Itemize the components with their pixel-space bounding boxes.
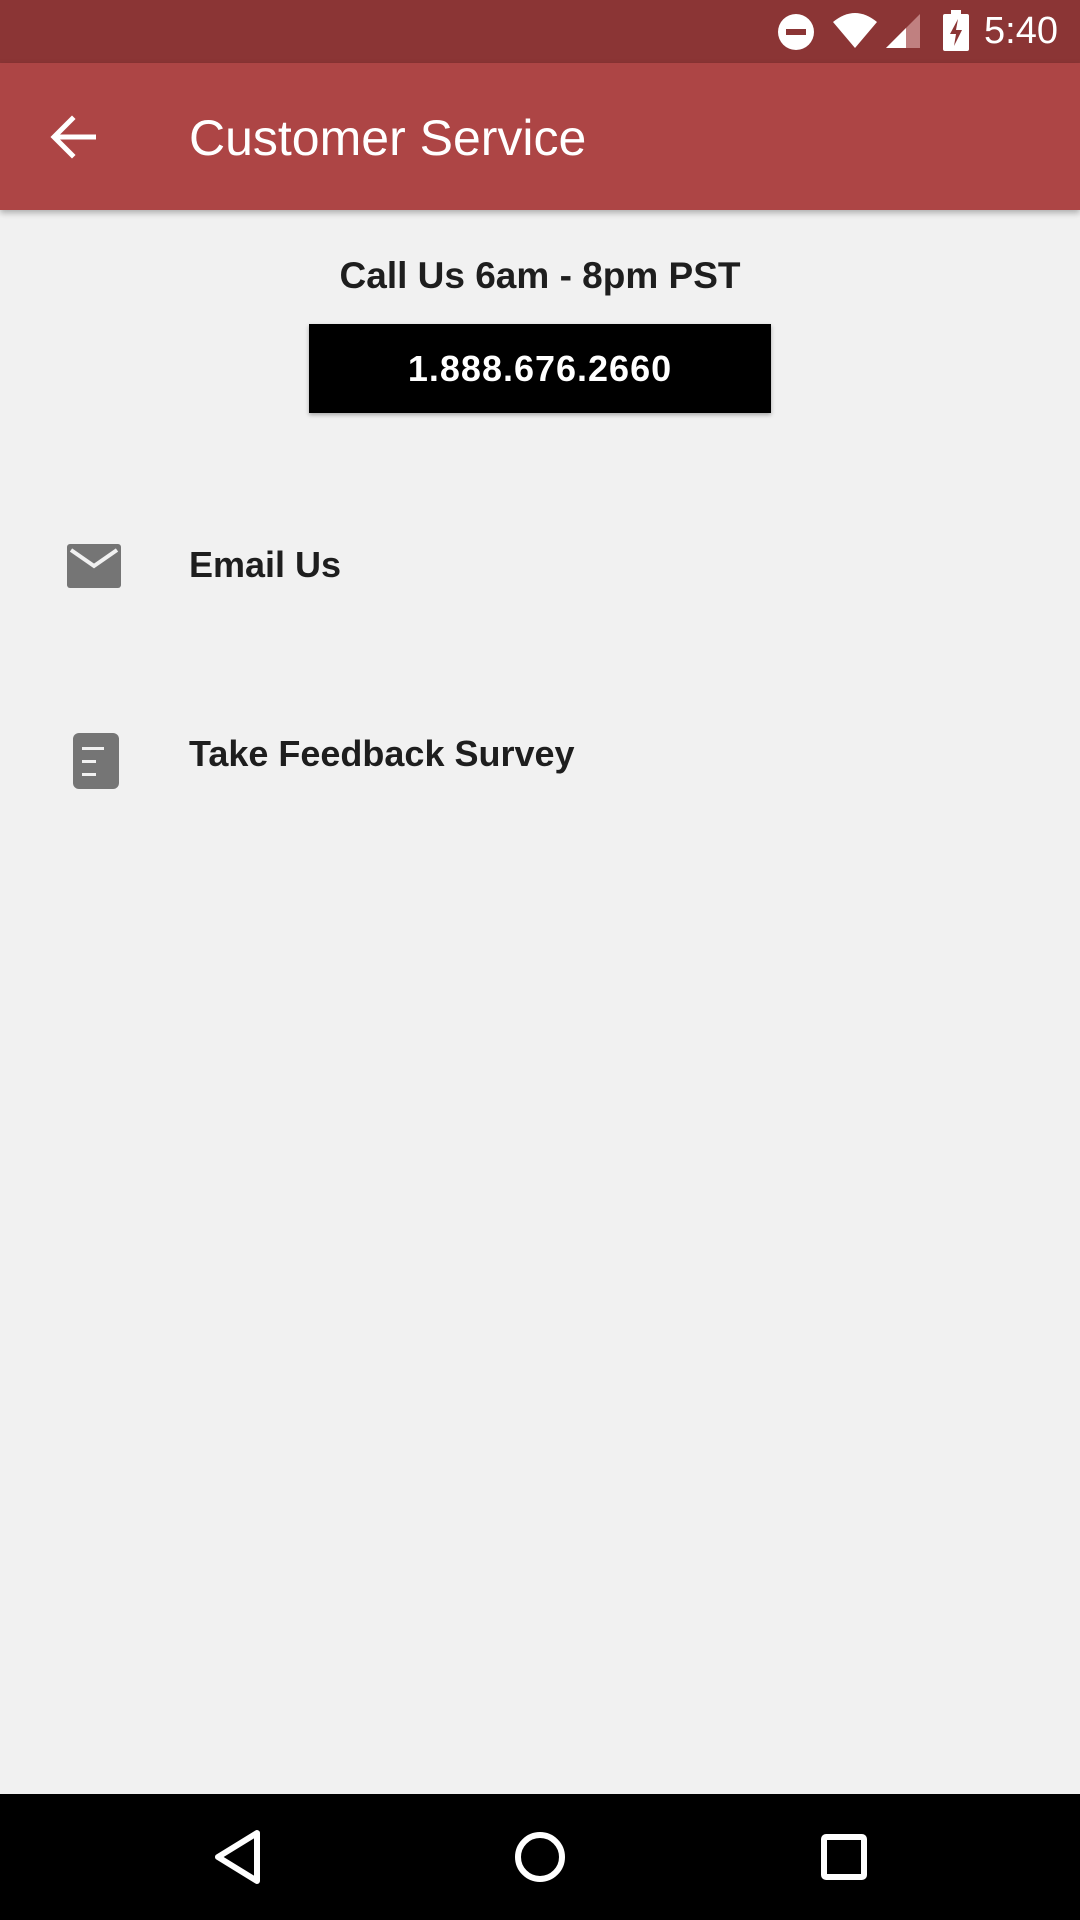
cell-signal-icon (886, 14, 920, 48)
page-title: Customer Service (189, 110, 587, 166)
document-icon (73, 733, 119, 789)
recents-square-icon (821, 1834, 867, 1880)
back-button[interactable] (34, 101, 114, 173)
system-nav-bar (0, 1794, 1080, 1920)
list-item-email-us[interactable]: Email Us (0, 500, 1080, 630)
email-us-label: Email Us (189, 544, 342, 585)
envelope-icon (67, 544, 121, 588)
status-time: 5:40 (984, 10, 1058, 52)
nav-recents-button[interactable] (794, 1812, 894, 1902)
back-triangle-icon (215, 1830, 260, 1884)
call-hours-label: Call Us 6am - 8pm PST (339, 255, 741, 296)
list-item-feedback-survey[interactable]: Take Feedback Survey (0, 689, 1080, 819)
wifi-icon (833, 13, 877, 48)
nav-home-button[interactable] (490, 1812, 590, 1902)
home-circle-icon (515, 1832, 565, 1882)
nav-back-button[interactable] (186, 1812, 286, 1902)
arrow-back-icon (50, 115, 96, 159)
phone-call-button[interactable]: 1.888.676.2660 (309, 324, 771, 413)
app-bar: Customer Service (0, 63, 1080, 210)
feedback-survey-label: Take Feedback Survey (189, 733, 575, 774)
do-not-disturb-icon (778, 14, 814, 50)
battery-charging-icon (943, 10, 969, 51)
main-content: Call Us 6am - 8pm PST 1.888.676.2660 Ema… (0, 210, 1080, 1794)
status-bar: 5:40 (0, 0, 1080, 63)
